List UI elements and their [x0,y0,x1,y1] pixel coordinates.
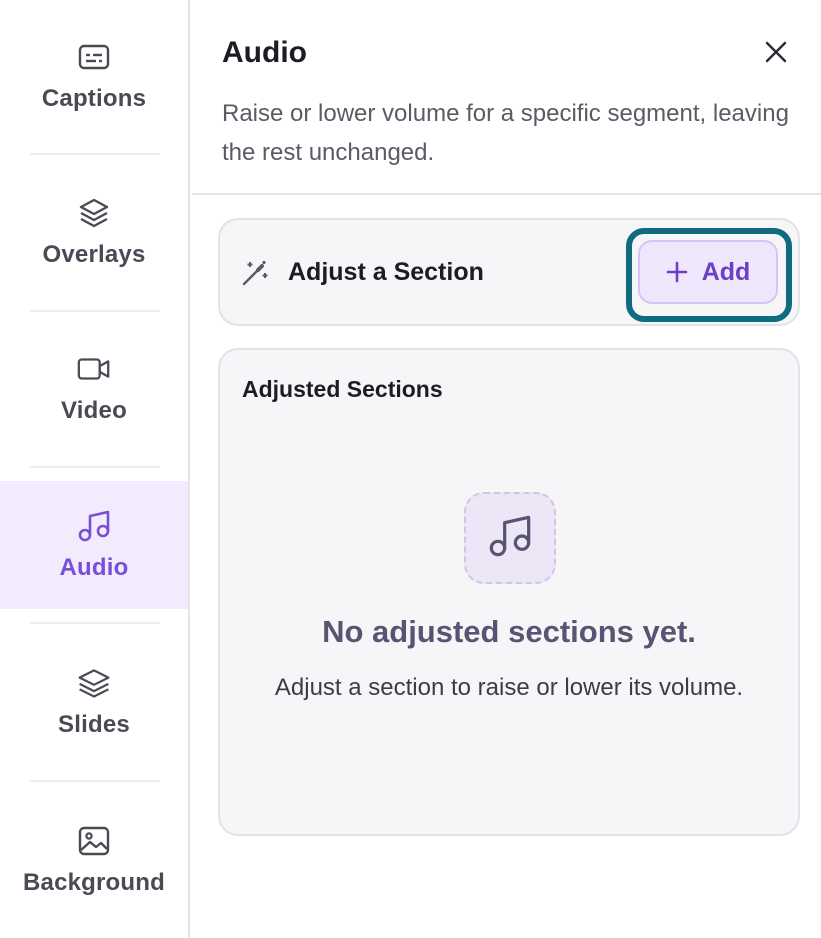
empty-state-title: No adjusted sections yet. [322,614,696,649]
video-camera-icon [76,351,112,387]
audio-panel: Audio Raise or lower volume for a specif… [192,0,821,938]
music-note-icon [486,512,534,565]
panel-description: Raise or lower volume for a specific seg… [222,100,789,166]
header-divider [192,193,821,195]
music-note-icon [76,508,112,544]
stack-icon [76,665,112,701]
magic-wand-icon [240,258,270,288]
sidebar-item-label: Background [22,869,165,896]
divider [30,780,160,782]
add-button[interactable]: Add [638,240,778,304]
layers-icon [76,195,112,231]
sidebar-item-overlays[interactable]: Overlays [0,168,188,296]
adjusted-sections-title: Adjusted Sections [242,376,443,402]
sidebar-item-label: Captions [41,85,147,112]
sidebar-item-label: Audio [59,554,129,581]
close-button[interactable] [756,34,796,74]
adjust-section-title: Adjust a Section [288,258,484,286]
sidebar-item-captions[interactable]: Captions [0,0,188,152]
panel-title: Audio [222,36,307,69]
plus-icon [666,261,688,283]
captions-icon [76,39,112,75]
divider [30,153,160,155]
divider [30,310,160,312]
sidebar-item-label: Overlays [42,241,146,268]
close-icon [764,40,788,69]
sidebar-item-label: Slides [58,711,130,738]
adjusted-sections-card: Adjusted Sections No adjusted sections y… [218,348,800,836]
sidebar: Captions Overlays Video Audio Slides Bac… [0,0,190,938]
sidebar-item-video[interactable]: Video [0,324,188,452]
empty-state-description: Adjust a section to raise or lower its v… [274,674,744,701]
image-icon [76,823,112,859]
empty-state-icon-box [464,492,556,584]
sidebar-item-audio[interactable]: Audio [0,481,188,609]
divider [30,466,160,468]
divider [30,622,160,624]
sidebar-item-background[interactable]: Background [0,796,188,924]
sidebar-item-label: Video [61,397,127,424]
sidebar-item-slides[interactable]: Slides [0,638,188,766]
add-button-label: Add [701,257,751,286]
